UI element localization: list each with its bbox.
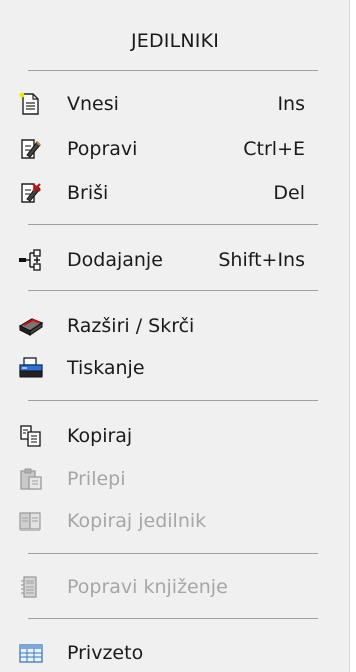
menu-separator bbox=[28, 290, 318, 291]
menu-item-label: Tiskanje bbox=[67, 357, 145, 379]
menu-separator bbox=[28, 553, 318, 554]
menu-item-label: Razširi / Skrči bbox=[67, 315, 195, 337]
context-menu: JEDILNIKI Vnesi Ins Popravi Ctrl+E Briši… bbox=[0, 0, 350, 672]
menu-item-shortcut: Ctrl+E bbox=[243, 138, 305, 160]
menu-item-privzeto[interactable]: Privzeto bbox=[10, 636, 335, 670]
menu-item-tiskanje[interactable]: Tiskanje bbox=[10, 351, 335, 385]
menu-item-label: Dodajanje bbox=[67, 249, 163, 271]
new-document-icon bbox=[18, 92, 44, 116]
add-node-icon bbox=[18, 248, 44, 272]
menu-separator bbox=[28, 70, 318, 71]
printer-icon bbox=[18, 356, 44, 380]
menu-title: JEDILNIKI bbox=[130, 30, 220, 52]
menu-item-label: Kopiraj jedilnik bbox=[67, 510, 207, 532]
menu-item-shortcut: Shift+Ins bbox=[218, 249, 305, 271]
copy-menu-icon bbox=[18, 509, 44, 533]
edit-document-icon bbox=[18, 137, 44, 161]
menu-separator bbox=[28, 224, 318, 225]
menu-item-razsiri-skrci[interactable]: Razširi / Skrči bbox=[10, 309, 335, 343]
menu-item-shortcut: Ins bbox=[277, 93, 305, 115]
menu-item-label: Prilepi bbox=[67, 468, 126, 490]
menu-item-popravi[interactable]: Popravi Ctrl+E bbox=[10, 132, 335, 166]
menu-item-label: Kopiraj bbox=[67, 425, 133, 447]
menu-separator bbox=[28, 618, 318, 619]
table-icon bbox=[18, 641, 44, 665]
menu-item-shortcut: Del bbox=[273, 182, 305, 204]
menu-item-label: Briši bbox=[67, 182, 109, 204]
menu-item-kopiraj-jedilnik[interactable]: Kopiraj jedilnik bbox=[10, 504, 335, 538]
menu-item-label: Vnesi bbox=[67, 93, 119, 115]
delete-document-icon bbox=[18, 181, 44, 205]
expand-collapse-icon bbox=[18, 314, 44, 338]
menu-item-brisi[interactable]: Briši Del bbox=[10, 176, 335, 210]
menu-item-popravi-knjizenje[interactable]: Popravi knjiženje bbox=[10, 570, 335, 604]
menu-separator bbox=[28, 400, 318, 401]
menu-item-kopiraj[interactable]: Kopiraj bbox=[10, 419, 335, 453]
menu-item-vnesi[interactable]: Vnesi Ins bbox=[10, 87, 335, 121]
edit-posting-icon bbox=[18, 575, 44, 599]
menu-item-prilepi[interactable]: Prilepi bbox=[10, 462, 335, 496]
paste-icon bbox=[18, 467, 44, 491]
menu-item-label: Popravi bbox=[67, 138, 138, 160]
menu-item-label: Privzeto bbox=[67, 642, 144, 664]
menu-item-dodajanje[interactable]: Dodajanje Shift+Ins bbox=[10, 243, 335, 277]
copy-icon bbox=[18, 424, 44, 448]
menu-item-label: Popravi knjiženje bbox=[67, 576, 228, 598]
